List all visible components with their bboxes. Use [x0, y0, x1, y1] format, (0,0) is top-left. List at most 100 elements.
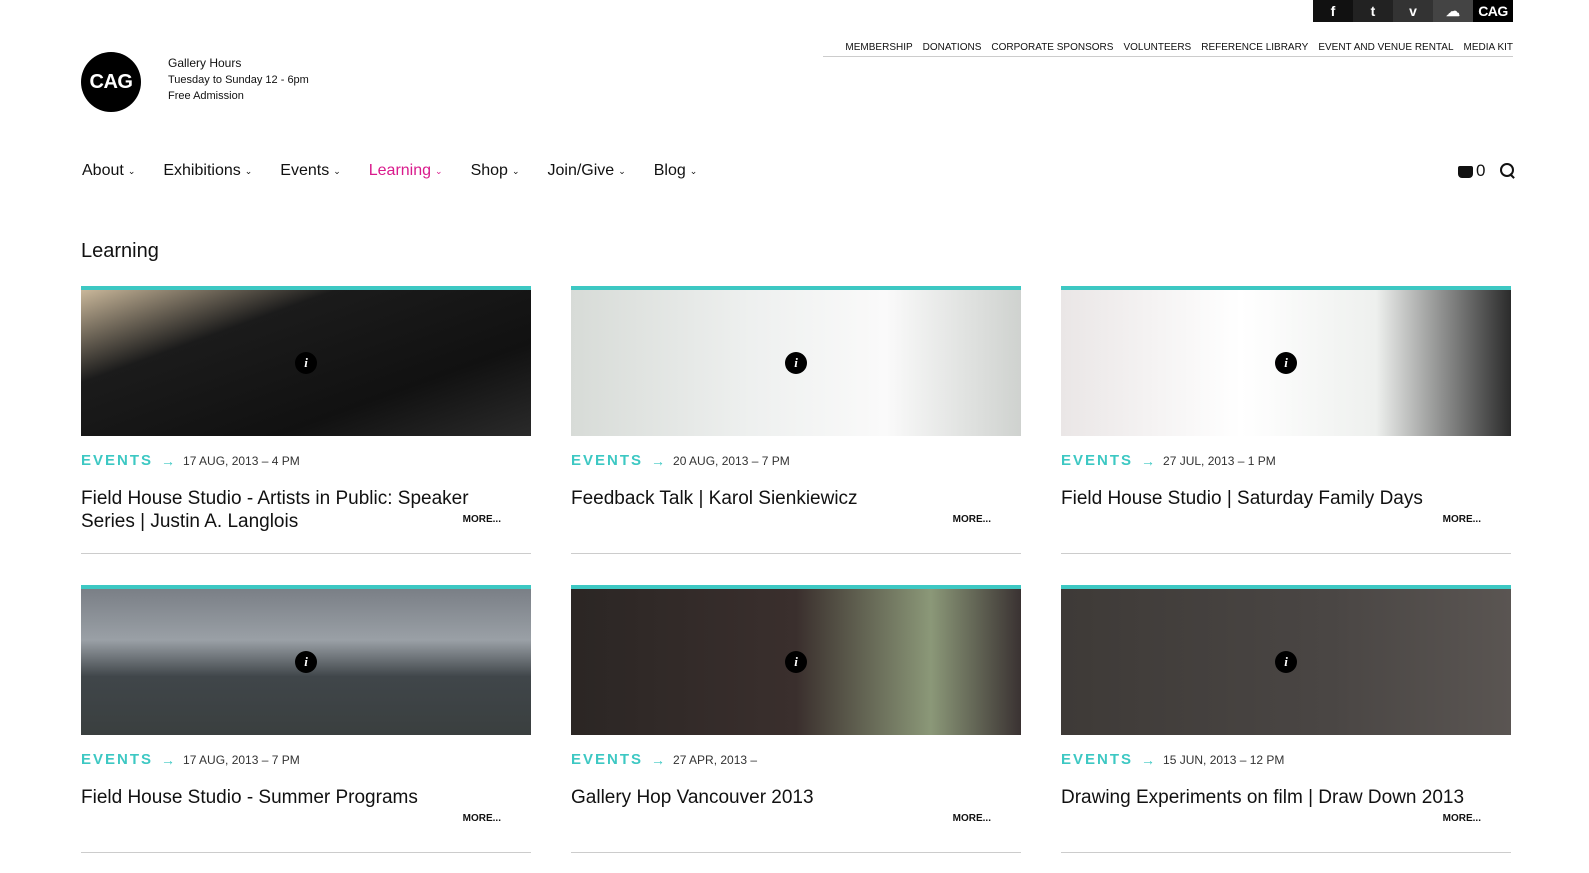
- nav-shop[interactable]: Shop ⌄: [471, 162, 520, 180]
- more-link[interactable]: MORE...: [1443, 514, 1481, 525]
- link-event-venue-rental[interactable]: EVENT AND VENUE RENTAL: [1318, 42, 1453, 53]
- gallery-hours: Gallery Hours Tuesday to Sunday 12 - 6pm…: [168, 56, 309, 106]
- nav-label: Exhibitions: [163, 162, 241, 179]
- cart-count: 0: [1476, 161, 1486, 180]
- chevron-down-icon: ⌄: [435, 165, 443, 176]
- event-title[interactable]: Gallery Hop Vancouver 2013: [571, 786, 1001, 832]
- event-category[interactable]: EVENTS: [1061, 751, 1133, 768]
- event-card[interactable]: i EVENTS → 27 APR, 2013 – Gallery Hop Vanc…: [571, 585, 1021, 853]
- event-category[interactable]: EVENTS: [81, 751, 153, 768]
- event-card[interactable]: i EVENTS → 17 AUG, 2013 – 7 PM Field House…: [81, 585, 531, 853]
- facebook-icon[interactable]: f: [1313, 0, 1353, 22]
- event-title[interactable]: Feedback Talk | Karol Sienkiewicz: [571, 487, 1001, 533]
- chevron-down-icon: ⌄: [618, 165, 626, 176]
- nav-exhibitions[interactable]: Exhibitions ⌄: [163, 162, 252, 180]
- nav-label: About: [82, 162, 124, 179]
- arrow-right-icon: →: [651, 751, 666, 768]
- event-meta: EVENTS → 17 AUG, 2013 – 7 PM: [81, 751, 531, 768]
- link-volunteers[interactable]: VOLUNTEERS: [1123, 42, 1191, 53]
- basket-icon: [1458, 166, 1473, 178]
- arrow-right-icon: →: [651, 452, 666, 469]
- event-image[interactable]: i: [1061, 286, 1511, 436]
- event-meta: EVENTS → 27 APR, 2013 –: [571, 751, 1021, 768]
- search-icon[interactable]: [1500, 163, 1514, 177]
- nav-label: Blog: [653, 162, 686, 179]
- info-icon[interactable]: i: [785, 352, 807, 374]
- info-icon[interactable]: i: [785, 651, 807, 673]
- hours-line1: Tuesday to Sunday 12 - 6pm: [168, 74, 309, 86]
- divider: [571, 852, 1021, 853]
- vimeo-icon[interactable]: v: [1393, 0, 1433, 22]
- event-meta: EVENTS → 15 JUN, 2013 – 12 PM: [1061, 751, 1511, 768]
- more-link[interactable]: MORE...: [953, 514, 991, 525]
- page-title: Learning: [81, 240, 159, 262]
- event-image[interactable]: i: [81, 286, 531, 436]
- more-link[interactable]: MORE...: [1443, 813, 1481, 824]
- hours-line2: Free Admission: [168, 90, 244, 102]
- info-icon[interactable]: i: [295, 352, 317, 374]
- event-image[interactable]: i: [1061, 585, 1511, 735]
- info-icon[interactable]: i: [295, 651, 317, 673]
- chevron-down-icon: ⌄: [127, 165, 136, 176]
- nav-label: Join/Give: [547, 162, 615, 179]
- divider: [1061, 553, 1511, 554]
- event-title[interactable]: Field House Studio - Summer Programs: [81, 786, 511, 832]
- event-title[interactable]: Field House Studio - Artists in Public: …: [81, 487, 511, 533]
- event-card[interactable]: i EVENTS → 15 JUN, 2013 – 12 PM Drawing Ex…: [1061, 585, 1511, 853]
- nav-label: Events: [280, 162, 330, 179]
- event-card[interactable]: i EVENTS → 27 JUL, 2013 – 1 PM Field House…: [1061, 286, 1511, 554]
- event-date: 27 JUL, 2013 – 1 PM: [1163, 453, 1276, 468]
- event-title[interactable]: Drawing Experiments on film | Draw Down …: [1061, 786, 1491, 832]
- main-nav: About ⌄ Exhibitions ⌄ Events ⌄ Learning ⌄ Sh…: [82, 162, 725, 180]
- event-title[interactable]: Field House Studio | Saturday Family Day…: [1061, 487, 1491, 533]
- event-image[interactable]: i: [81, 585, 531, 735]
- link-membership[interactable]: MEMBERSHIP: [845, 42, 912, 53]
- utility-nav: MEMBERSHIP DONATIONS CORPORATE SPONSORS …: [823, 42, 1513, 57]
- link-corporate-sponsors[interactable]: CORPORATE SPONSORS: [991, 42, 1113, 53]
- event-date: 20 AUG, 2013 – 7 PM: [673, 453, 790, 468]
- more-link[interactable]: MORE...: [463, 813, 501, 824]
- info-icon[interactable]: i: [1275, 352, 1297, 374]
- more-link[interactable]: MORE...: [953, 813, 991, 824]
- cloud-icon[interactable]: ☁: [1433, 0, 1473, 22]
- nav-events[interactable]: Events ⌄: [280, 162, 340, 180]
- cart-button[interactable]: 0: [1458, 161, 1485, 181]
- chevron-down-icon: ⌄: [244, 165, 253, 176]
- chevron-down-icon: ⌄: [511, 165, 520, 176]
- twitter-icon[interactable]: t: [1353, 0, 1393, 22]
- info-icon[interactable]: i: [1275, 651, 1297, 673]
- divider: [1061, 852, 1511, 853]
- hours-title: Gallery Hours: [168, 56, 242, 70]
- event-category[interactable]: EVENTS: [81, 452, 153, 469]
- event-date: 17 AUG, 2013 – 7 PM: [183, 752, 300, 767]
- chevron-down-icon: ⌄: [333, 165, 341, 176]
- event-card[interactable]: i EVENTS → 20 AUG, 2013 – 7 PM Feedback Ta…: [571, 286, 1021, 554]
- event-card[interactable]: i EVENTS → 17 AUG, 2013 – 4 PM Field House…: [81, 286, 531, 554]
- more-link[interactable]: MORE...: [463, 514, 501, 525]
- social-bar: f t v ☁ CAG: [1313, 0, 1513, 22]
- event-date: 15 JUN, 2013 – 12 PM: [1163, 752, 1285, 767]
- event-category[interactable]: EVENTS: [1061, 452, 1133, 469]
- event-category[interactable]: EVENTS: [571, 751, 643, 768]
- event-image[interactable]: i: [571, 585, 1021, 735]
- arrow-right-icon: →: [161, 751, 176, 768]
- nav-about[interactable]: About ⌄: [82, 162, 135, 180]
- arrow-right-icon: →: [161, 452, 176, 469]
- event-meta: EVENTS → 17 AUG, 2013 – 4 PM: [81, 452, 531, 469]
- arrow-right-icon: →: [1141, 751, 1156, 768]
- link-reference-library[interactable]: REFERENCE LIBRARY: [1201, 42, 1308, 53]
- event-category[interactable]: EVENTS: [571, 452, 643, 469]
- nav-learning[interactable]: Learning ⌄: [369, 162, 443, 180]
- cag-social-link[interactable]: CAG: [1473, 0, 1513, 22]
- divider: [571, 553, 1021, 554]
- event-date: 27 APR, 2013 –: [673, 752, 758, 767]
- link-donations[interactable]: DONATIONS: [923, 42, 982, 53]
- nav-label: Shop: [470, 162, 508, 179]
- divider: [81, 553, 531, 554]
- cag-logo[interactable]: CAG: [81, 52, 141, 112]
- link-media-kit[interactable]: MEDIA KIT: [1464, 42, 1513, 53]
- arrow-right-icon: →: [1141, 452, 1156, 469]
- nav-blog[interactable]: Blog ⌄: [654, 162, 698, 180]
- event-image[interactable]: i: [571, 286, 1021, 436]
- nav-join-give[interactable]: Join/Give ⌄: [548, 162, 626, 180]
